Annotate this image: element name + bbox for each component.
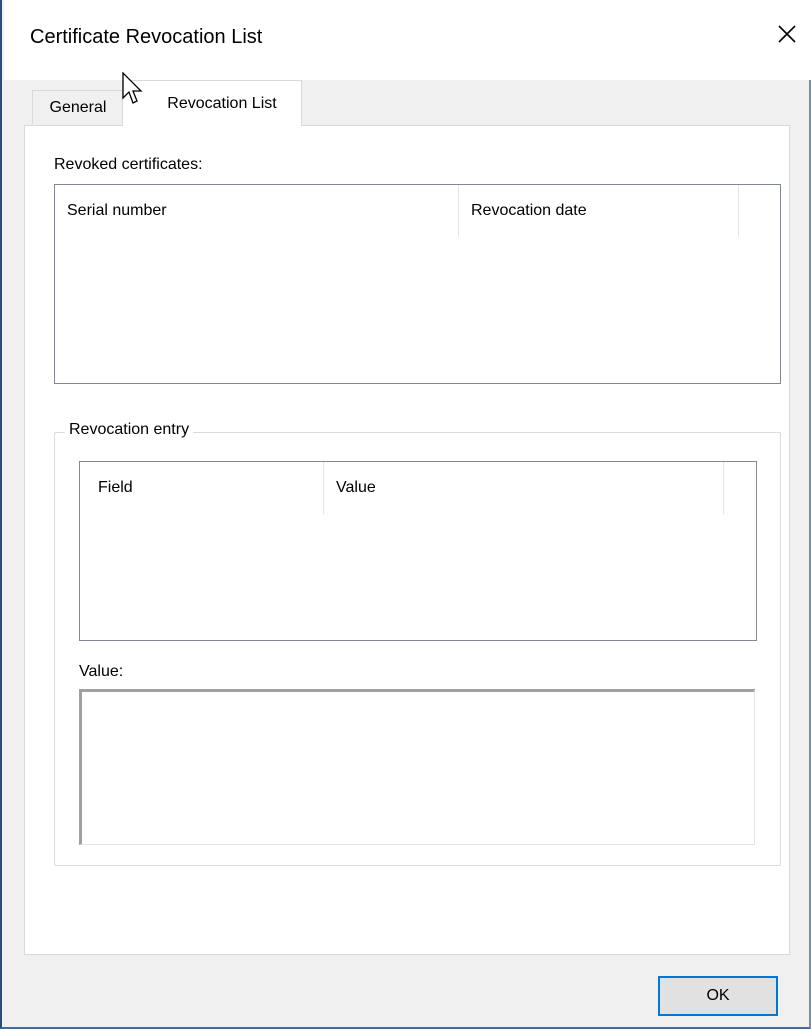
ok-button[interactable]: OK (658, 976, 778, 1016)
column-header-field[interactable]: Field (80, 462, 324, 514)
value-textbox[interactable] (79, 689, 755, 845)
certificate-revocation-list-dialog: Certificate Revocation List General Revo… (0, 0, 811, 1029)
tab-revocation-list-label: Revocation List (167, 94, 277, 112)
revocation-entry-group-label: Revocation entry (65, 421, 194, 439)
column-header-field-label: Field (98, 479, 133, 496)
ok-button-label: OK (706, 987, 730, 1004)
column-header-value[interactable]: Value (324, 462, 724, 514)
close-button[interactable] (767, 14, 807, 54)
title-bar[interactable]: Certificate Revocation List (4, 0, 811, 80)
revocation-list-panel: Revoked certificates: Serial number Revo… (24, 125, 790, 955)
column-header-revocation-date[interactable]: Revocation date (459, 185, 739, 237)
tab-revocation-list[interactable]: Revocation List (122, 80, 302, 126)
revoked-certificates-label: Revoked certificates: (54, 156, 203, 173)
column-header-serial-number[interactable]: Serial number (55, 185, 459, 237)
tab-general-label: General (49, 98, 107, 116)
column-header-serial-number-label: Serial number (67, 202, 167, 219)
mouse-pointer-icon (122, 72, 143, 104)
tab-general[interactable]: General (32, 90, 124, 124)
close-icon (778, 25, 796, 43)
column-header-value-label: Value (336, 479, 376, 496)
window-title: Certificate Revocation List (30, 26, 263, 48)
value-label: Value: (79, 663, 124, 680)
revocation-entry-list[interactable]: Field Value (79, 461, 757, 641)
column-header-revocation-date-label: Revocation date (471, 202, 587, 219)
revocation-entry-group: Revocation entry Field Value Value: (54, 421, 781, 866)
revoked-certificates-list[interactable]: Serial number Revocation date (54, 184, 781, 384)
